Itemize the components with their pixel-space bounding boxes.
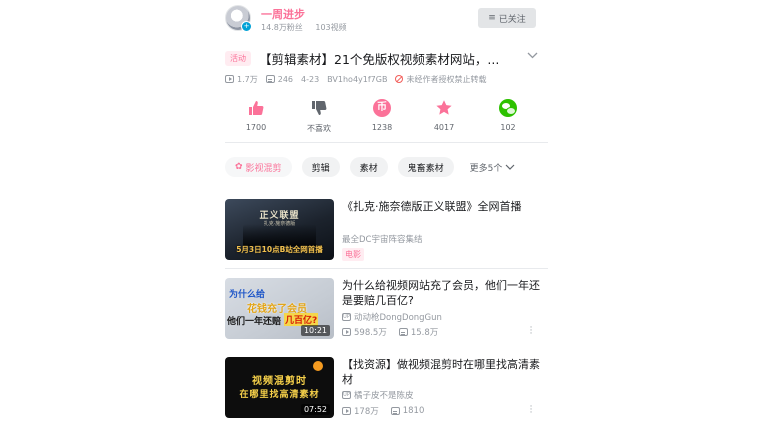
danmaku-icon: [265, 75, 275, 83]
coin-icon: 币: [373, 99, 391, 117]
uploader-name[interactable]: 一周进步: [261, 6, 305, 22]
chip-kichiku-material[interactable]: 鬼畜素材: [397, 157, 454, 177]
forbidden-icon: [395, 75, 404, 83]
follow-button[interactable]: ≡ 已关注: [478, 8, 536, 28]
chevron-down-icon[interactable]: [527, 51, 538, 62]
more-options-icon[interactable]: · · ·: [529, 403, 533, 418]
chip-material[interactable]: 素材: [349, 157, 388, 177]
uploader-videos: 103视频: [315, 23, 347, 32]
view-count: 1.7万: [225, 74, 258, 85]
video-detail-panel: + 一周进步 14.8万粉丝 103视频 ≡ 已关注 活动 【剪辑素材】21个免…: [0, 0, 761, 425]
play-count-icon: [342, 328, 351, 336]
video-duration: 10:21: [300, 325, 330, 336]
item-stats: 598.5万 15.8万: [342, 326, 438, 338]
item-info: 《扎克·施奈德版正义联盟》全网首播 最全DC宇宙阵容集结 电影: [342, 199, 547, 261]
video-thumbnail[interactable]: 视频混剪时 在哪里找高清素材 07:52: [225, 357, 334, 418]
action-bar: 1700 不喜欢 币 1238 4017 102: [225, 95, 540, 135]
publish-date: 4-23: [301, 74, 320, 84]
chip-editing[interactable]: 剪辑: [301, 157, 340, 177]
follow-label: 已关注: [498, 14, 526, 25]
share-button[interactable]: 102: [478, 95, 538, 132]
play-count-icon: [225, 75, 234, 83]
dislike-button[interactable]: 不喜欢: [289, 95, 349, 134]
chevron-down-icon: [505, 164, 515, 170]
list-item[interactable]: 为什么给 花钱充了会员 他们一年还赔 几百亿? 10:21 为什么给视频网站充了…: [225, 278, 550, 340]
play-count-icon: [342, 407, 351, 415]
item-author[interactable]: UP 动动枪DongDongGun: [342, 311, 442, 323]
item-title: 为什么给视频网站充了会员，他们一年还是要赔几百亿?: [342, 279, 540, 307]
uploader-icon: UP: [342, 313, 351, 321]
bvid: BV1ho4y1f7GB: [327, 74, 388, 84]
more-options-icon[interactable]: · · ·: [529, 324, 533, 339]
video-duration: 07:52: [300, 404, 330, 415]
activity-tag: 活动: [225, 50, 251, 66]
video-title: 【剪辑素材】21个免版权视频素材网站，...: [259, 51, 500, 67]
chip-film-remix[interactable]: ✿ 影视混剪: [225, 157, 292, 177]
like-button[interactable]: 1700: [226, 95, 286, 132]
item-subtitle: 最全DC宇宙阵容集结: [342, 235, 423, 245]
item-title: 《扎克·施奈德版正义联盟》全网首播: [342, 200, 522, 213]
uploader-fans: 14.8万粉丝: [261, 23, 303, 32]
uploader-icon: UP: [342, 391, 351, 399]
video-thumbnail[interactable]: 正义联盟 扎克·施奈德版 5月3日10点B站全网首播: [225, 199, 334, 260]
more-tags-button[interactable]: 更多5个: [470, 161, 516, 174]
video-meta: 1.7万 246 4-23 BV1ho4y1f7GB 未经作者授权禁止转载: [225, 73, 545, 85]
list-item[interactable]: 正义联盟 扎克·施奈德版 5月3日10点B站全网首播 《扎克·施奈德版正义联盟》…: [225, 199, 550, 261]
thumbs-down-icon: [310, 99, 328, 117]
danmaku-icon: [390, 407, 400, 415]
item-title: 【找资源】做视频混剪时在哪里找高清素材: [342, 358, 540, 386]
verified-badge-icon: +: [241, 21, 252, 32]
uploader-header: + 一周进步 14.8万粉丝 103视频 ≡ 已关注: [225, 5, 540, 37]
divider: [225, 142, 548, 143]
danmaku-count: 246: [265, 75, 293, 84]
star-icon: [435, 99, 453, 117]
channel-icon: ✿: [235, 162, 243, 172]
item-info: 为什么给视频网站充了会员，他们一年还是要赔几百亿? UP 动动枪DongDong…: [342, 278, 547, 339]
favorite-button[interactable]: 4017: [414, 95, 474, 132]
type-tag: 电影: [342, 248, 364, 261]
item-stats: 178万 1810: [342, 405, 424, 417]
wechat-icon: [499, 99, 517, 117]
uploader-stats: 14.8万粉丝 103视频: [261, 22, 347, 33]
copyright-notice: 未经作者授权禁止转载: [395, 74, 486, 85]
orange-icon: [313, 361, 323, 371]
item-info: 【找资源】做视频混剪时在哪里找高清素材 UP 橘子皮不是陈皮 178万 1810…: [342, 357, 547, 418]
item-author[interactable]: UP 橘子皮不是陈皮: [342, 389, 414, 401]
video-title-row[interactable]: 活动 【剪辑素材】21个免版权视频素材网站，...: [225, 47, 540, 69]
thumbnail-artwork: [243, 224, 316, 246]
divider: [225, 268, 548, 269]
danmaku-icon: [398, 328, 408, 336]
menu-lines-icon: ≡: [488, 13, 496, 23]
tag-chips: ✿ 影视混剪 剪辑 素材 鬼畜素材 更多5个: [225, 156, 545, 178]
thumbs-up-icon: [247, 99, 265, 117]
coin-button[interactable]: 币 1238: [352, 95, 412, 132]
video-thumbnail[interactable]: 为什么给 花钱充了会员 他们一年还赔 几百亿? 10:21: [225, 278, 334, 339]
list-item[interactable]: 视频混剪时 在哪里找高清素材 07:52 【找资源】做视频混剪时在哪里找高清素材…: [225, 357, 550, 419]
